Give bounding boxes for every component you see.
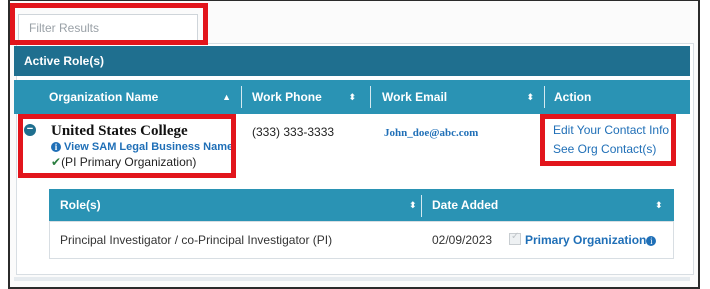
sort-icon[interactable]: ⬍ bbox=[348, 80, 356, 114]
work-email-link[interactable]: John_doe@abc.com bbox=[384, 127, 478, 139]
column-divider bbox=[241, 86, 242, 108]
th-date-added-label: Date Added bbox=[432, 198, 499, 212]
column-divider bbox=[421, 195, 422, 217]
organization-highlight-box bbox=[18, 114, 236, 178]
sort-icon[interactable]: ⬍ bbox=[409, 188, 417, 222]
th-action-label: Action bbox=[554, 90, 592, 104]
th-organization-name[interactable]: Organization Name ▲ bbox=[49, 80, 239, 114]
th-work-email[interactable]: Work Email ⬍ bbox=[382, 80, 542, 114]
date-added: 02/09/2023 bbox=[432, 233, 493, 247]
active-roles-title: Active Role(s) bbox=[14, 46, 690, 76]
sort-icon[interactable]: ⬍ bbox=[655, 188, 663, 222]
th-roles[interactable]: Role(s) bbox=[60, 188, 101, 222]
th-work-email-label: Work Email bbox=[382, 90, 448, 104]
table-row: Principal Investigator / co-Principal In… bbox=[49, 221, 674, 259]
th-roles-label: Role(s) bbox=[60, 198, 101, 212]
role-name: Principal Investigator / co-Principal In… bbox=[60, 233, 333, 247]
sort-asc-icon[interactable]: ▲ bbox=[222, 80, 231, 114]
table-header: Organization Name ▲ Work Phone ⬍ Work Em… bbox=[14, 80, 690, 114]
primary-org-checkbox[interactable] bbox=[509, 231, 521, 245]
panel-footer bbox=[14, 277, 690, 281]
th-organization-name-label: Organization Name bbox=[49, 90, 159, 104]
primary-organization: Primary Organizationi bbox=[509, 231, 657, 247]
sort-icon[interactable]: ⬍ bbox=[526, 80, 534, 114]
filter-highlight-box bbox=[10, 3, 208, 45]
column-divider bbox=[370, 86, 371, 108]
th-work-phone-label: Work Phone bbox=[252, 90, 322, 104]
primary-org-label: Primary Organization bbox=[525, 233, 647, 247]
column-divider bbox=[544, 86, 545, 108]
th-work-phone[interactable]: Work Phone ⬍ bbox=[252, 80, 364, 114]
work-phone-value: (333) 333-3333 bbox=[252, 125, 335, 139]
roles-table-header: Role(s) ⬍ Date Added ⬍ bbox=[49, 189, 674, 221]
info-circle-icon[interactable]: i bbox=[646, 236, 657, 246]
action-highlight-box bbox=[540, 114, 676, 166]
th-action: Action bbox=[554, 80, 654, 114]
th-date-added[interactable]: Date Added bbox=[432, 188, 498, 222]
